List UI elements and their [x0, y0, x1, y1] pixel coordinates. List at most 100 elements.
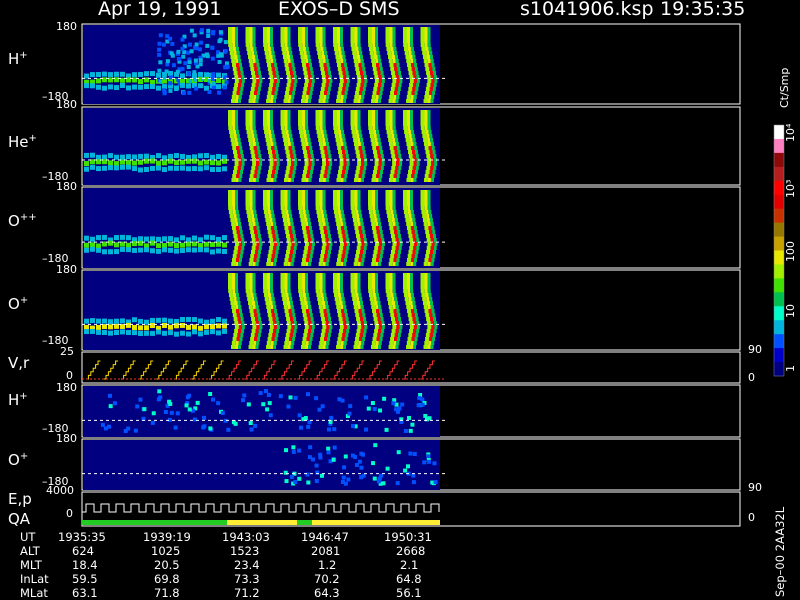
heatmap-cell	[374, 138, 378, 142]
heatmap-cell	[233, 250, 238, 254]
heatmap-cell	[257, 234, 261, 238]
heatmap-cell	[238, 99, 242, 103]
heatmap-cell	[320, 47, 324, 51]
heatmap-cell	[222, 235, 227, 241]
heatmap-cell	[211, 31, 216, 36]
heatmap-cell	[192, 329, 197, 335]
voltage-sweep-line	[156, 360, 171, 380]
heatmap-cell	[375, 190, 378, 194]
heatmap-cell	[269, 55, 273, 59]
heatmap-cell	[286, 297, 290, 301]
heatmap-cell	[393, 258, 397, 262]
heatmap-cell	[321, 317, 326, 321]
heatmap-cell	[342, 71, 346, 75]
heatmap-cell	[316, 47, 321, 51]
heatmap-cell	[322, 79, 327, 83]
heatmap-cell	[327, 87, 331, 91]
heatmap-cell	[374, 83, 379, 87]
heatmap-cell	[362, 234, 366, 238]
heatmap-cell	[368, 122, 372, 126]
heatmap-cell	[406, 262, 411, 266]
heatmap-cell	[359, 337, 363, 341]
heatmap-cell	[298, 35, 302, 39]
heatmap-cell	[424, 95, 429, 99]
heatmap-cell	[425, 293, 429, 297]
heatmap-cell	[357, 138, 361, 142]
heatmap-cell	[150, 165, 155, 171]
heatmap-cell	[375, 285, 378, 289]
panel-label-ep: E,p	[8, 490, 32, 508]
heatmap-cell	[427, 202, 431, 206]
heatmap-cell	[228, 206, 233, 210]
heatmap-cell	[319, 190, 323, 194]
heatmap-cell	[408, 166, 413, 170]
heatmap-cell	[306, 424, 311, 429]
heatmap-cell	[239, 309, 243, 313]
heatmap-cell	[237, 55, 241, 59]
heatmap-cell	[306, 337, 310, 341]
heatmap-cell	[320, 150, 325, 154]
heatmap-cell	[426, 329, 431, 333]
heatmap-cell	[412, 154, 416, 158]
heatmap-cell	[408, 451, 413, 456]
heatmap-cell	[306, 67, 310, 71]
heatmap-cell	[358, 309, 362, 313]
heatmap-cell	[424, 146, 429, 150]
heatmap-cell	[375, 293, 379, 297]
heatmap-cell	[270, 31, 273, 35]
heatmap-cell	[306, 51, 310, 55]
heatmap-cell	[325, 142, 329, 146]
heatmap-cell	[187, 42, 192, 47]
heatmap-cell	[283, 262, 288, 266]
heatmap-cell	[303, 234, 308, 238]
heatmap-cell	[250, 210, 254, 214]
heatmap-cell	[237, 166, 241, 170]
heatmap-cell	[305, 59, 309, 63]
heatmap-cell	[176, 49, 181, 54]
heatmap-cell	[96, 235, 101, 241]
heatmap-cell	[268, 297, 272, 301]
heatmap-cell	[249, 43, 253, 47]
heatmap-cell	[96, 72, 101, 78]
heatmap-cell	[114, 249, 119, 255]
heatmap-cell	[392, 142, 396, 146]
heatmap-cell	[290, 178, 294, 182]
heatmap-cell	[411, 134, 415, 138]
heatmap-cell	[270, 277, 273, 281]
heatmap-cell	[267, 146, 272, 150]
heatmap-cell	[357, 59, 361, 63]
heatmap-cell	[410, 262, 414, 266]
heatmap-cell	[394, 254, 398, 258]
heatmap-cell	[283, 59, 288, 63]
heatmap-cell	[282, 218, 287, 222]
heatmap-cell	[387, 134, 392, 138]
heatmap-cell	[377, 87, 381, 91]
heatmap-cell	[388, 99, 393, 103]
heatmap-cell	[319, 226, 324, 230]
heatmap-cell	[362, 313, 366, 317]
heatmap-cell	[392, 138, 396, 142]
heatmap-cell	[290, 59, 294, 63]
heatmap-cell	[389, 281, 393, 285]
heatmap-cell	[263, 194, 267, 198]
heatmap-cell	[411, 309, 415, 313]
heatmap-cell	[304, 55, 308, 59]
heatmap-cell	[235, 31, 238, 35]
footer-cell: 1939:19	[143, 530, 191, 544]
heatmap-cell	[308, 226, 312, 230]
heatmap-cell	[290, 138, 294, 142]
heatmap-cell	[298, 194, 302, 198]
heatmap-cell	[293, 317, 297, 321]
heatmap-cell	[108, 404, 113, 409]
heatmap-cell	[90, 246, 95, 252]
heatmap-cell	[380, 166, 384, 170]
heatmap-cell	[409, 242, 414, 246]
heatmap-cell	[360, 246, 364, 250]
heatmap-cell	[301, 99, 306, 103]
heatmap-cell	[269, 218, 273, 222]
heatmap-cell	[305, 190, 308, 194]
heatmap-cell	[410, 273, 413, 277]
heatmap-cell	[333, 198, 337, 202]
heatmap-cell	[395, 317, 399, 321]
heatmap-cell	[420, 289, 425, 293]
